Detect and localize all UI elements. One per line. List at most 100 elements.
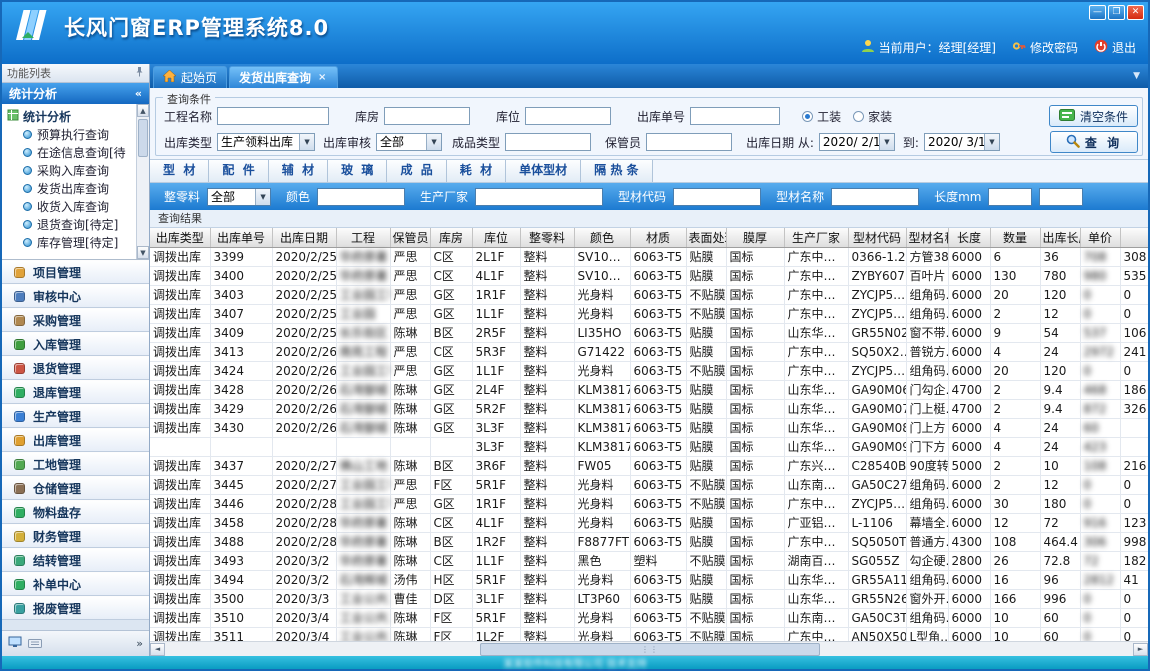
- table-row[interactable]: 调拨出库 3413 2020/2/26 南苑工程 严思 C区 5R3F 整料 G…: [150, 342, 1148, 361]
- tree-item[interactable]: 收货入库查询: [23, 197, 135, 215]
- column-header[interactable]: 数量: [990, 228, 1040, 247]
- radio-home-decoration[interactable]: [853, 111, 864, 122]
- profile-name-input[interactable]: [831, 188, 919, 206]
- column-header[interactable]: 整零料: [520, 228, 574, 247]
- table-row[interactable]: 调拨出库 3403 2020/2/25 工业园工程 严思 G区 1R1F 整料 …: [150, 285, 1148, 304]
- project-name-input[interactable]: [217, 107, 329, 125]
- length-max-input[interactable]: [1039, 188, 1083, 206]
- product-type-input[interactable]: [505, 133, 591, 151]
- table-row[interactable]: 调拨出库 3400 2020/2/25 华府原著 严思 C区 4L1F 整料 S…: [150, 266, 1148, 285]
- sidebar-menu-item[interactable]: 财务管理: [2, 524, 149, 548]
- table-row[interactable]: 调拨出库 3494 2020/3/2 石湾辉城 汤伟 H区 5R1F 整料 光身…: [150, 570, 1148, 589]
- close-button[interactable]: ✕: [1127, 5, 1144, 20]
- sidebar-menu-item[interactable]: 物料盘存: [2, 500, 149, 524]
- tree-item[interactable]: 采购入库查询: [23, 161, 135, 179]
- tree-item[interactable]: 退货查询[待定]: [23, 215, 135, 233]
- tree-item[interactable]: 发货出库查询: [23, 179, 135, 197]
- table-row[interactable]: 调拨出库 3488 2020/2/28 华府原著 陈琳 B区 1R2F 整料 F…: [150, 532, 1148, 551]
- horizontal-scrollbar[interactable]: ◄ ⋮⋮ ►: [150, 641, 1148, 656]
- column-header[interactable]: 出库日期: [272, 228, 336, 247]
- table-row[interactable]: 调拨出库 3424 2020/2/26 工业园工程 严思 G区 1L1F 整料 …: [150, 361, 1148, 380]
- table-row[interactable]: 调拨出库 3500 2020/3/3 工业公共工程 曹佳 D区 3L1F 整料 …: [150, 589, 1148, 608]
- material-tab[interactable]: 型 材: [150, 160, 209, 182]
- column-header[interactable]: 工程: [336, 228, 390, 247]
- column-header[interactable]: 出库类型: [150, 228, 210, 247]
- column-header[interactable]: 出库长度: [1040, 228, 1080, 247]
- sidebar-menu-item[interactable]: 审核中心: [2, 284, 149, 308]
- change-password-button[interactable]: 修改密码: [1012, 39, 1078, 56]
- tree-scrollbar[interactable]: ▲ ▼: [136, 104, 149, 259]
- material-tab[interactable]: 成 品: [387, 160, 446, 182]
- monitor-icon[interactable]: [8, 636, 22, 651]
- logout-button[interactable]: 退出: [1094, 39, 1136, 56]
- clear-conditions-button[interactable]: 清空条件: [1049, 105, 1138, 127]
- outbound-type-select[interactable]: 生产领料出库 ▼: [217, 133, 315, 151]
- sidebar-menu-item[interactable]: 结转管理: [2, 548, 149, 572]
- factory-input[interactable]: [475, 188, 603, 206]
- material-tab[interactable]: 配 件: [209, 160, 268, 182]
- table-row[interactable]: 调拨出库 3428 2020/2/26 石湾御城 陈琳 G区 2L4F 整料 K…: [150, 380, 1148, 399]
- audit-select[interactable]: 全部 ▼: [376, 133, 442, 151]
- scroll-right-icon[interactable]: ►: [1133, 643, 1148, 656]
- table-row[interactable]: 调拨出库 3407 2020/2/25 工业园 严思 G区 1L1F 整料 光身…: [150, 304, 1148, 323]
- column-header[interactable]: 单价: [1080, 228, 1120, 247]
- tree-scroll-thumb[interactable]: [138, 119, 148, 157]
- material-tab[interactable]: 玻 璃: [328, 160, 387, 182]
- material-tab[interactable]: 辅 材: [269, 160, 328, 182]
- chevron-down-icon[interactable]: ▼: [255, 189, 270, 205]
- material-tab[interactable]: 隔 热 条: [581, 160, 652, 182]
- tab-home[interactable]: 起始页: [153, 66, 227, 88]
- tree-root-stats[interactable]: 统计分析: [7, 107, 135, 125]
- chevron-down-icon[interactable]: ▼: [299, 134, 314, 150]
- date-to-picker[interactable]: 2020/ 3/16 ▼: [924, 133, 1000, 151]
- column-header[interactable]: 材质: [630, 228, 686, 247]
- tree-item[interactable]: 预算执行查询: [23, 125, 135, 143]
- sidebar-menu-item[interactable]: 退库管理: [2, 380, 149, 404]
- color-input[interactable]: [317, 188, 405, 206]
- column-header[interactable]: 出库单号: [210, 228, 272, 247]
- scroll-up-icon[interactable]: ▲: [137, 104, 149, 117]
- table-row[interactable]: 3L3F 整料 KLM3817 6063-T5 贴膜 国标 山东华… GA90M…: [150, 437, 1148, 456]
- scroll-down-icon[interactable]: ▼: [137, 246, 149, 259]
- pin-icon[interactable]: [135, 67, 144, 80]
- column-header[interactable]: 表面处理: [686, 228, 726, 247]
- tab-shipping-query[interactable]: 发货出库查询 ×: [229, 66, 338, 88]
- profile-code-input[interactable]: [673, 188, 761, 206]
- material-tab[interactable]: 耗 材: [447, 160, 506, 182]
- length-min-input[interactable]: [988, 188, 1032, 206]
- stats-section-header[interactable]: 统计分析 «: [2, 83, 149, 104]
- table-row[interactable]: 调拨出库 3429 2020/2/26 石湾御城 陈琳 G区 5R2F 整料 K…: [150, 399, 1148, 418]
- keyboard-icon[interactable]: [28, 637, 42, 651]
- column-header[interactable]: 型材代码: [848, 228, 906, 247]
- minimize-button[interactable]: —: [1089, 5, 1106, 20]
- tree-item[interactable]: 在途信息查询[待: [23, 143, 135, 161]
- part-select[interactable]: 全部 ▼: [207, 188, 271, 206]
- maximize-button[interactable]: ❐: [1108, 5, 1125, 20]
- sidebar-menu-item[interactable]: 入库管理: [2, 332, 149, 356]
- sidebar-menu-item[interactable]: 补单中心: [2, 572, 149, 596]
- search-button[interactable]: 查 询: [1050, 131, 1138, 153]
- tab-close-icon[interactable]: ×: [316, 73, 328, 83]
- sidebar-menu-item[interactable]: 采购管理: [2, 308, 149, 332]
- column-header[interactable]: 库房: [430, 228, 472, 247]
- radio-work-clothing[interactable]: [802, 111, 813, 122]
- sidebar-menu-item[interactable]: 仓储管理: [2, 476, 149, 500]
- column-header[interactable]: 型材名称: [906, 228, 948, 247]
- keeper-input[interactable]: [646, 133, 732, 151]
- date-from-picker[interactable]: 2020/ 2/16 ▼: [819, 133, 895, 151]
- scroll-left-icon[interactable]: ◄: [150, 643, 165, 656]
- sidebar-menu-item[interactable]: 报废管理: [2, 596, 149, 620]
- table-row[interactable]: 调拨出库 3493 2020/3/2 华府原著 陈琳 C区 1L1F 整料 黑色…: [150, 551, 1148, 570]
- column-header[interactable]: 颜色: [574, 228, 630, 247]
- tree-item[interactable]: 库存管理[待定]: [23, 233, 135, 251]
- location-input[interactable]: [525, 107, 611, 125]
- table-row[interactable]: 调拨出库 3437 2020/2/27 佛山工地 陈琳 B区 3R6F 整料 F…: [150, 456, 1148, 475]
- sidebar-menu-item[interactable]: 项目管理: [2, 260, 149, 284]
- table-row[interactable]: 调拨出库 3445 2020/2/27 工业园工程 严思 F区 5R1F 整料 …: [150, 475, 1148, 494]
- sidebar-menu-item[interactable]: 生产管理: [2, 404, 149, 428]
- material-tab[interactable]: 单体型材: [506, 160, 581, 182]
- chevron-down-icon[interactable]: ▼: [426, 134, 441, 150]
- column-header[interactable]: 库位: [472, 228, 520, 247]
- column-header[interactable]: 金: [1120, 228, 1148, 247]
- table-row[interactable]: 调拨出库 3458 2020/2/28 华府原著 陈琳 C区 4L1F 整料 光…: [150, 513, 1148, 532]
